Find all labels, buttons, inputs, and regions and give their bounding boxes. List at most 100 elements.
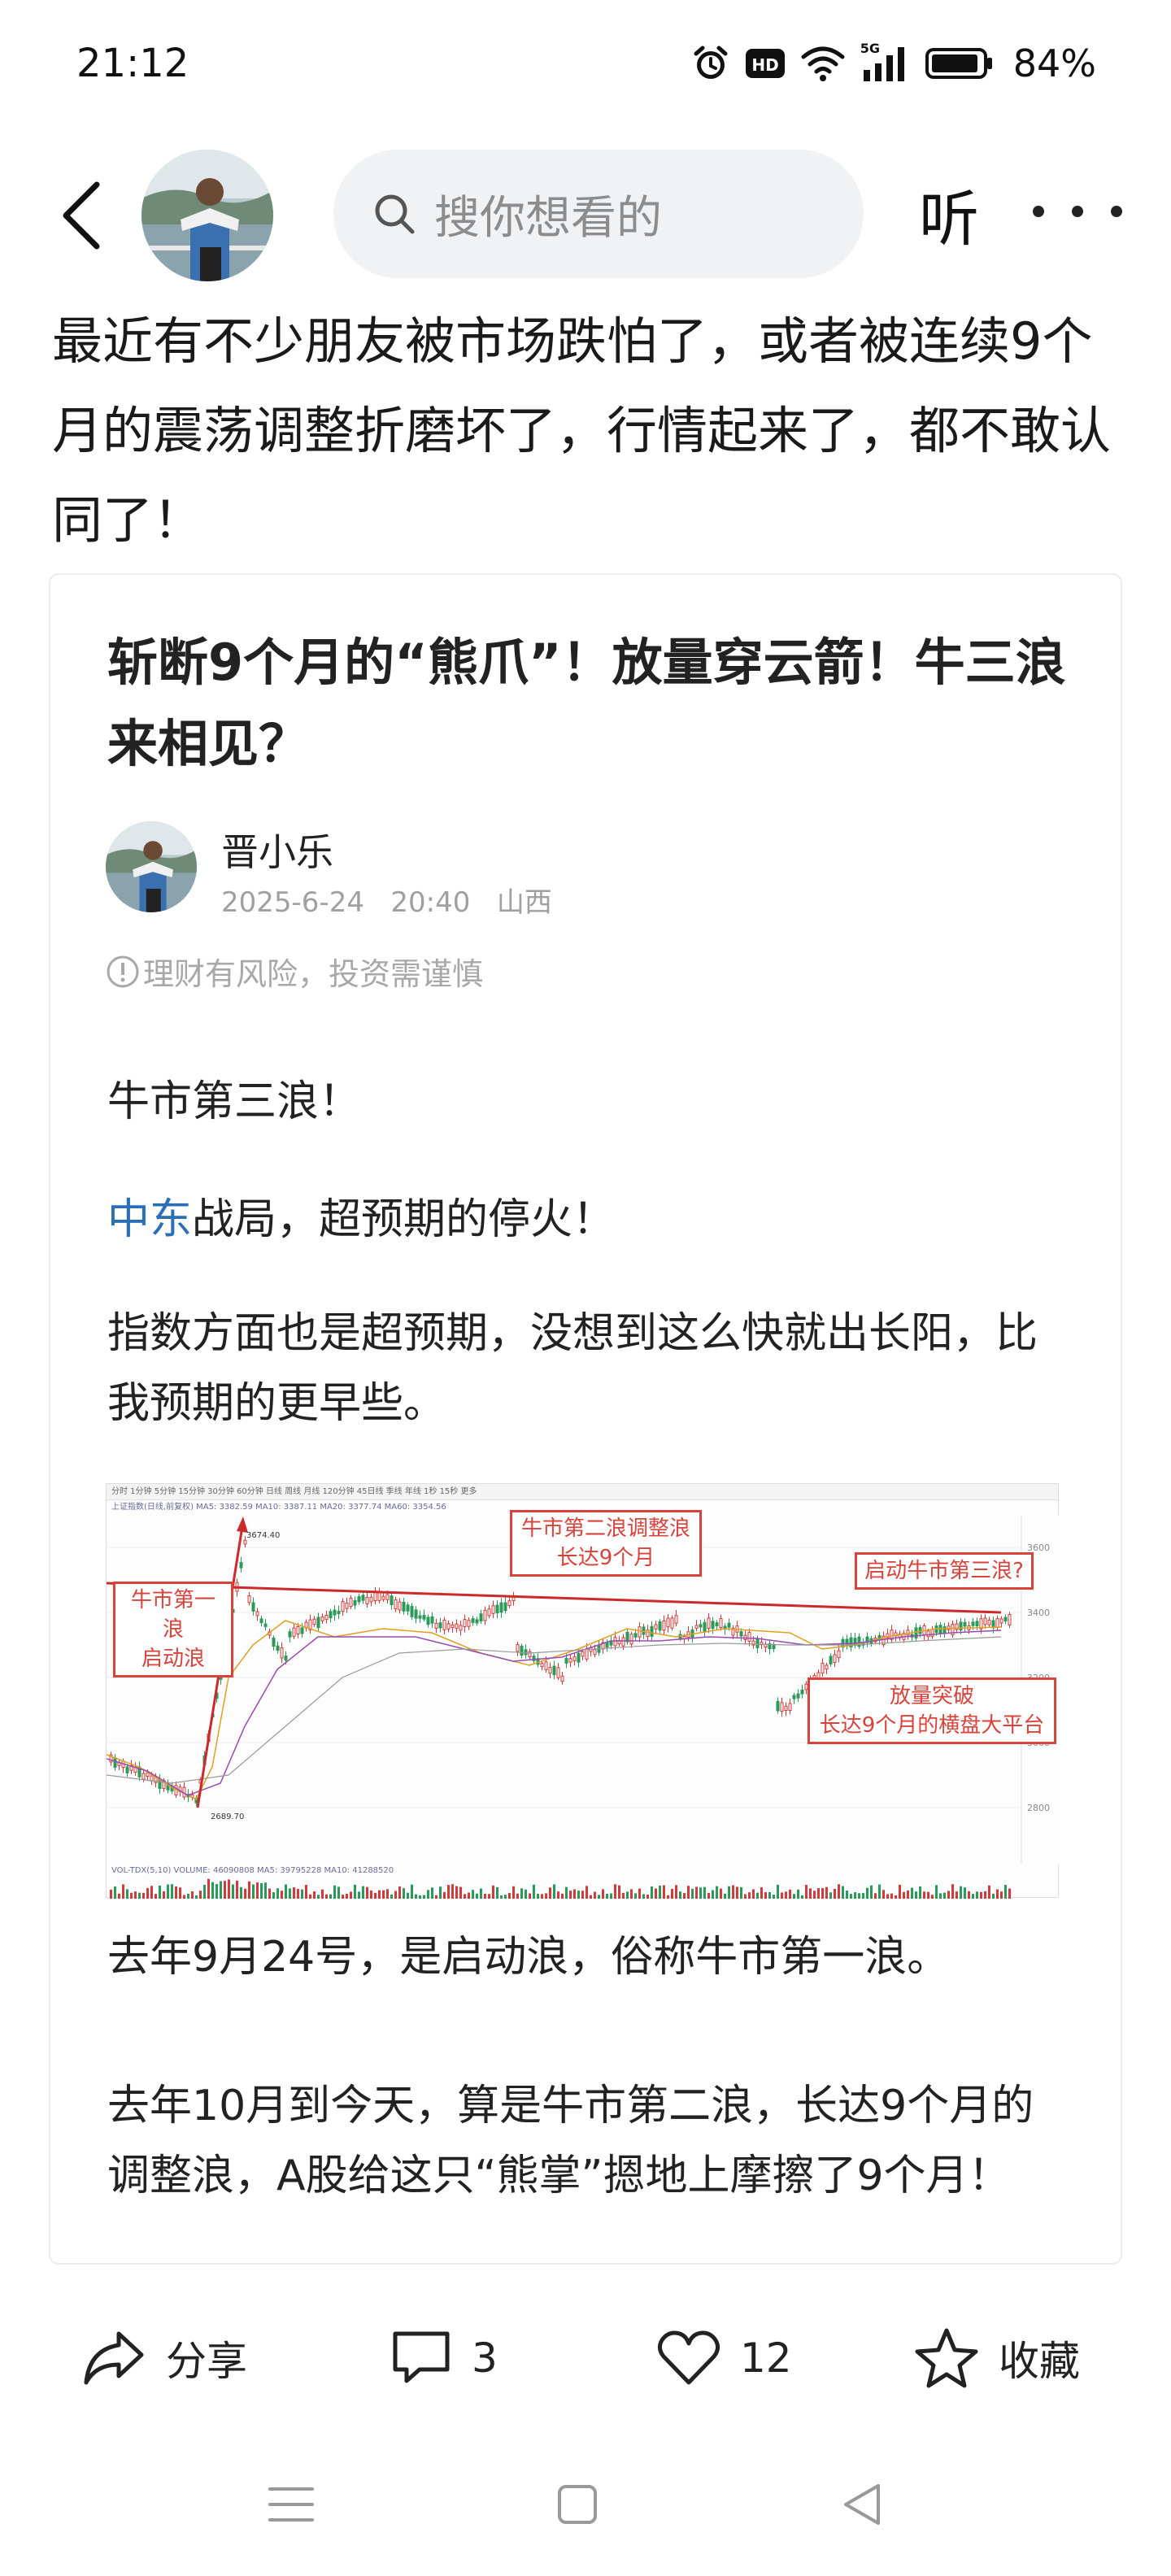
candle <box>442 1619 446 1630</box>
paragraph: 牛市第三浪！ <box>107 1077 362 1126</box>
candle <box>141 1773 146 1780</box>
volume-bar <box>289 1888 291 1899</box>
candle <box>825 1664 829 1670</box>
more-options-button[interactable] <box>1033 171 1122 252</box>
volume-bar <box>419 1895 421 1899</box>
volume-bar <box>520 1888 523 1899</box>
article-title[interactable]: 斩断9个月的“熊爪”！放量穿云箭！牛三浪来相见？ <box>107 622 1083 785</box>
volume-bar <box>305 1885 307 1899</box>
system-nav-bar <box>0 2439 1171 2576</box>
candle <box>300 1627 304 1634</box>
user-avatar[interactable] <box>141 150 273 281</box>
article-card[interactable]: 斩断9个月的“熊爪”！放量穿云箭！牛三浪来相见？ 晋小乐 2025-6-24 2… <box>49 573 1122 2265</box>
volume-bar <box>187 1893 189 1899</box>
volume-bar <box>268 1888 271 1899</box>
volume-bar <box>240 1886 242 1899</box>
annotation-text: 牛市第二浪调整浪 <box>520 1516 690 1541</box>
volume-bar <box>329 1894 332 1899</box>
candle <box>707 1617 711 1629</box>
candle <box>451 1624 455 1628</box>
volume-bar <box>415 1894 417 1899</box>
candle <box>520 1645 524 1656</box>
candle <box>613 1637 617 1647</box>
paragraph: 指数方面也是超预期，没想到这么快就出长阳，比我预期的更早些。 <box>107 1309 1038 1428</box>
volume-bar <box>411 1884 413 1899</box>
post-text: 最近有不少朋友被市场跌怕了，或者被连续9个月的震荡调整折磨坏了，行情起来了，都不… <box>52 311 1112 550</box>
volume-bar <box>858 1893 860 1899</box>
volume-bar <box>878 1884 881 1899</box>
candle <box>507 1600 511 1606</box>
volume-bar <box>622 1892 625 1899</box>
battery-percent: 84% <box>1012 41 1096 85</box>
volume-bar <box>285 1884 287 1899</box>
candle <box>483 1609 487 1621</box>
favorite-button[interactable]: 收藏 <box>914 2326 1080 2391</box>
volume-bar <box>447 1885 450 1899</box>
volume-bar <box>228 1879 230 1899</box>
candle <box>479 1613 483 1622</box>
volume-bar <box>537 1893 539 1899</box>
candle <box>829 1656 833 1664</box>
candle <box>987 1619 991 1625</box>
volume-bar <box>651 1886 653 1899</box>
volume-bar <box>545 1893 547 1899</box>
volume-bar <box>915 1891 917 1899</box>
search-input[interactable]: 搜你想看的 <box>333 150 864 278</box>
candle <box>272 1637 276 1647</box>
candle <box>581 1651 585 1657</box>
volume-bar <box>573 1889 576 1899</box>
volume-bar <box>960 1886 962 1899</box>
volume-bar <box>610 1893 612 1899</box>
annotation-wave1: 牛市第一浪 启动浪 <box>113 1582 233 1677</box>
candle <box>796 1693 800 1699</box>
comment-button[interactable]: 3 <box>390 2326 498 2391</box>
candle <box>316 1617 320 1629</box>
candle <box>471 1618 475 1623</box>
author-name[interactable]: 晋小乐 <box>221 823 333 877</box>
volume-bar <box>134 1891 137 1899</box>
volume-bar <box>992 1893 995 1899</box>
candle <box>402 1601 406 1612</box>
signal-indicator: 5G <box>860 41 911 83</box>
volume-bar <box>594 1891 596 1899</box>
article-chart-image[interactable]: 分时 1分钟 5分钟 15分钟 30分钟 60分钟 日线 周线 月线 120分钟… <box>106 1483 1060 1899</box>
volume-bar <box>374 1892 377 1899</box>
candle <box>377 1591 381 1601</box>
back-triangle-icon[interactable] <box>841 2482 883 2526</box>
volume-bar <box>655 1888 657 1899</box>
annotation-text: 牛市第一浪 <box>130 1588 215 1642</box>
candle <box>495 1604 499 1614</box>
volume-bar <box>683 1893 686 1899</box>
listen-button[interactable]: 听 <box>919 171 979 258</box>
candle <box>125 1766 129 1773</box>
back-button[interactable] <box>49 175 114 256</box>
home-icon[interactable] <box>556 2483 599 2526</box>
publish-time: 20:40 <box>390 886 471 919</box>
volume-bar <box>244 1888 246 1899</box>
candle <box>800 1689 804 1695</box>
candle <box>369 1596 373 1603</box>
keyword-link[interactable]: 中东 <box>107 1195 192 1244</box>
volume-bar <box>679 1891 681 1899</box>
svg-text:2689.70: 2689.70 <box>211 1812 244 1821</box>
like-button[interactable]: 12 <box>657 2326 792 2391</box>
volume-bar <box>146 1887 149 1899</box>
volume-bar <box>370 1890 372 1899</box>
share-button[interactable]: 分享 <box>81 2326 247 2391</box>
volume-bar <box>931 1895 934 1899</box>
volume-bar <box>980 1891 982 1899</box>
menu-icon[interactable] <box>267 2484 316 2525</box>
candle <box>959 1621 963 1631</box>
volume-bar <box>276 1888 279 1899</box>
author-avatar[interactable] <box>106 821 197 912</box>
volume-bar <box>496 1886 498 1899</box>
volume-bar <box>110 1889 112 1899</box>
candle <box>755 1638 760 1648</box>
volume-bar <box>248 1881 250 1899</box>
candle <box>995 1618 999 1629</box>
volume-bar <box>215 1884 218 1899</box>
candle <box>650 1625 654 1637</box>
candle <box>251 1602 255 1612</box>
volume-bar <box>195 1895 198 1899</box>
candle <box>324 1614 329 1621</box>
